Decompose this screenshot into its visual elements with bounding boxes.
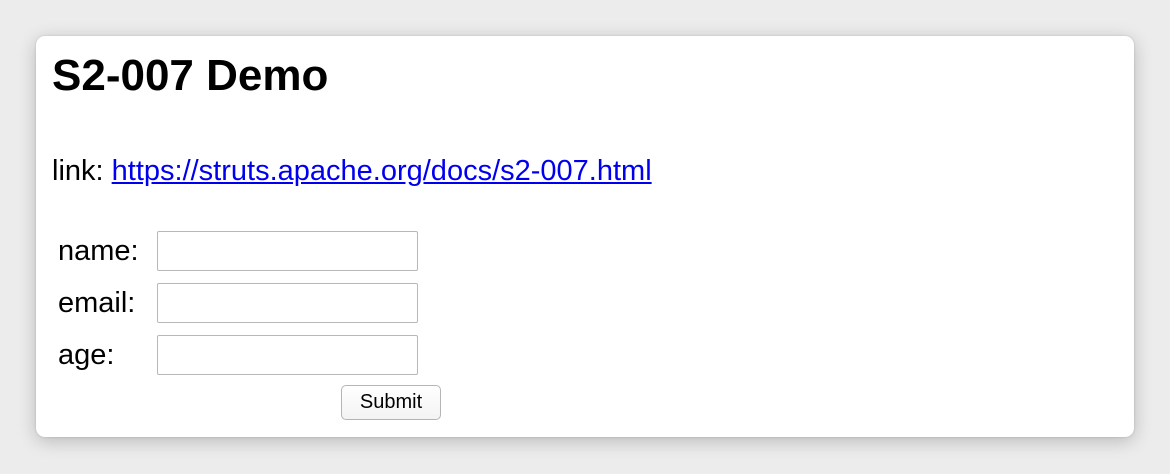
form-row-email: email: (58, 282, 438, 323)
docs-link[interactable]: https://struts.apache.org/docs/s2-007.ht… (112, 155, 652, 187)
form-row-name: name: (58, 230, 438, 271)
link-line: link: https://struts.apache.org/docs/s2-… (52, 153, 652, 189)
name-label: name: (58, 235, 139, 267)
page-window: S2-007 Demo link: https://struts.apache.… (36, 36, 1134, 437)
age-input[interactable] (157, 335, 418, 375)
link-prefix: link: (52, 155, 112, 187)
email-input[interactable] (157, 283, 418, 323)
age-label: age: (58, 339, 115, 371)
submit-button[interactable]: Submit (341, 385, 441, 420)
email-label: email: (58, 287, 136, 319)
form-row-age: age: (58, 334, 438, 375)
page-title: S2-007 Demo (52, 51, 329, 100)
name-input[interactable] (157, 231, 418, 271)
